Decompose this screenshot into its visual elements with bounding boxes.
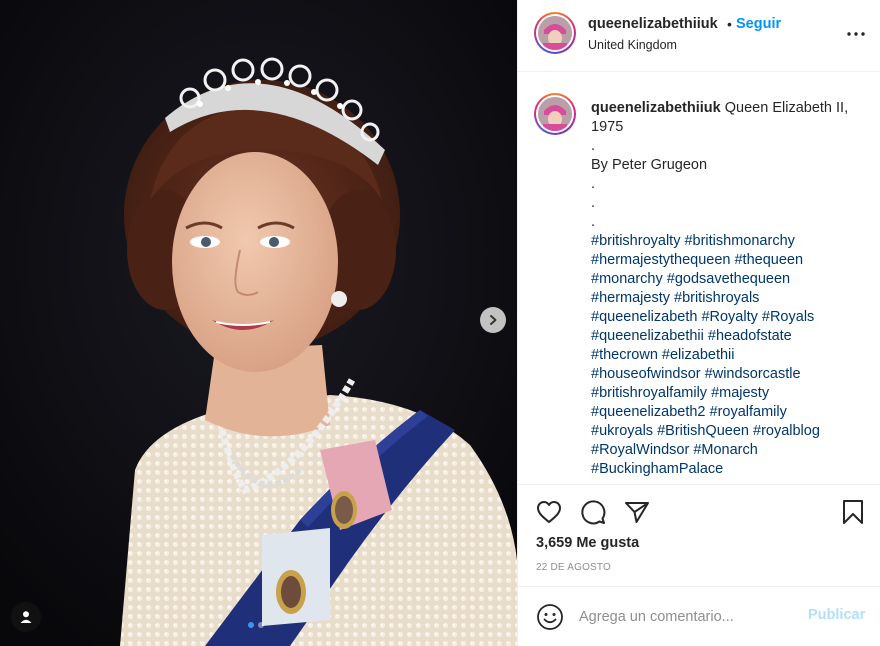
- emoji-icon: [537, 604, 563, 630]
- caption-line: .: [591, 214, 596, 230]
- more-options-button[interactable]: [844, 22, 868, 46]
- post-sidebar: queenelizabethiiuk • Seguir United Kingd…: [517, 0, 880, 646]
- caption-line: .: [591, 138, 596, 154]
- save-button[interactable]: [838, 497, 868, 527]
- hashtag-line[interactable]: #queenelizabethii #headofstate: [591, 327, 861, 346]
- caption-line: .: [591, 176, 596, 192]
- like-button[interactable]: [534, 497, 564, 527]
- hashtag-line[interactable]: #britishroyalfamily #majesty: [591, 384, 861, 403]
- caption-username[interactable]: queenelizabethiiuk: [591, 100, 721, 116]
- follow-button[interactable]: Seguir: [736, 16, 781, 32]
- hashtag-line[interactable]: #RoyalWindsor #Monarch: [591, 441, 861, 460]
- post-media[interactable]: [0, 0, 517, 646]
- bookmark-icon: [843, 500, 863, 524]
- avatar-image: [538, 97, 572, 131]
- tagged-users-button[interactable]: [11, 602, 41, 632]
- carousel-indicator: [248, 622, 264, 628]
- send-icon: [625, 502, 649, 523]
- user-icon: [20, 611, 32, 623]
- comment-icon: [581, 500, 606, 525]
- caption-avatar[interactable]: [534, 93, 576, 135]
- post-date: 22 DE AGOSTO: [536, 562, 612, 573]
- share-button[interactable]: [622, 497, 652, 527]
- separator-dot: •: [727, 16, 732, 32]
- hashtag-line[interactable]: #queenelizabeth2 #royalfamily: [591, 403, 861, 422]
- hashtag-line[interactable]: #hermajesty #britishroyals: [591, 289, 861, 308]
- hashtag-line[interactable]: #hermajestythequeen #thequeen: [591, 251, 861, 270]
- post-actions: 3,659 Me gusta 22 DE AGOSTO: [518, 484, 880, 586]
- comments-area[interactable]: queenelizabethiiuk Queen Elizabeth II, 1…: [518, 73, 880, 483]
- caption-line: By Peter Grugeon: [591, 157, 708, 173]
- add-comment-bar: Publicar: [518, 586, 880, 646]
- hashtag-line[interactable]: #thecrown #elizabethii: [591, 346, 861, 365]
- chevron-right-icon: [490, 315, 497, 325]
- location-link[interactable]: United Kingdom: [588, 38, 677, 52]
- carousel-dot-2: [258, 622, 264, 628]
- hashtag-line[interactable]: #BuckinghamPalace: [591, 460, 861, 479]
- emoji-button[interactable]: [536, 603, 564, 631]
- avatar[interactable]: [534, 12, 576, 54]
- next-photo-button[interactable]: [480, 307, 506, 333]
- heart-icon: [537, 501, 561, 523]
- post-header: queenelizabethiiuk • Seguir United Kingd…: [518, 0, 880, 72]
- hashtag-line[interactable]: #monarchy #godsavethequeen: [591, 270, 861, 289]
- post-caption: queenelizabethiiuk Queen Elizabeth II, 1…: [591, 99, 861, 479]
- publish-button[interactable]: Publicar: [808, 607, 865, 623]
- more-horizontal-icon: [847, 32, 865, 36]
- comment-input[interactable]: [579, 606, 799, 628]
- avatar-image: [538, 16, 572, 50]
- portrait-photo: [0, 0, 517, 646]
- hashtag-line[interactable]: #ukroyals #BritishQueen #royalblog: [591, 422, 861, 441]
- hashtag-line[interactable]: #britishroyalty #britishmonarchy: [591, 232, 861, 251]
- hashtag-line[interactable]: #queenelizabeth #Royalty #Royals: [591, 308, 861, 327]
- comment-button[interactable]: [578, 497, 608, 527]
- carousel-dot-1: [248, 622, 254, 628]
- caption-line: .: [591, 195, 596, 211]
- hashtag-line[interactable]: #houseofwindsor #windsorcastle: [591, 365, 861, 384]
- likes-count[interactable]: 3,659 Me gusta: [536, 535, 639, 551]
- username-link[interactable]: queenelizabethiiuk: [588, 16, 718, 32]
